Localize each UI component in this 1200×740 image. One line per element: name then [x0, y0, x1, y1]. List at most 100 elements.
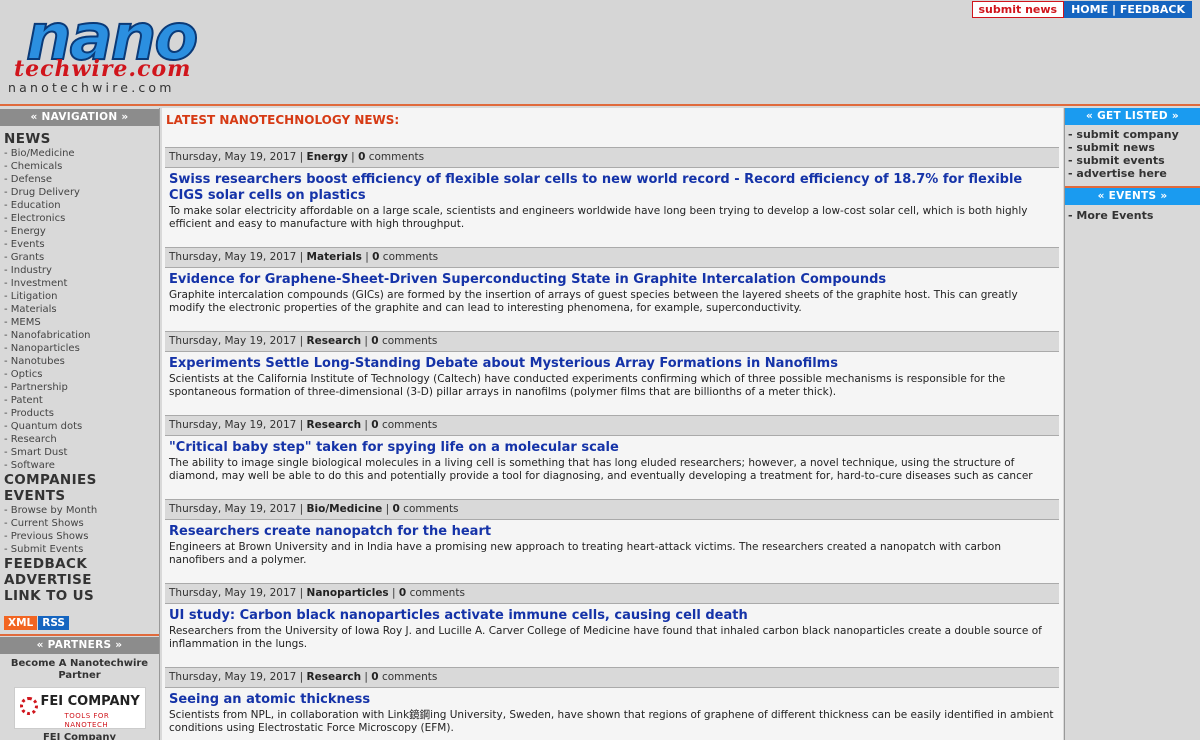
news-comments-label[interactable]: comments	[410, 587, 465, 599]
category-link[interactable]: - Education	[0, 199, 159, 212]
category-link[interactable]: - MEMS	[0, 316, 159, 329]
get-listed-link[interactable]: - submit events	[1065, 154, 1200, 167]
news-meta: Thursday, May 19, 2017 | Research | 0 co…	[165, 667, 1059, 688]
category-link[interactable]: - Electronics	[0, 212, 159, 225]
news-title-link[interactable]: Seeing an atomic thickness	[165, 688, 1059, 708]
category-link[interactable]: - Nanofabrication	[0, 329, 159, 342]
news-meta: Thursday, May 19, 2017 | Energy | 0 comm…	[165, 147, 1059, 168]
events-link[interactable]: - More Events	[1065, 209, 1200, 222]
partners-header: « PARTNERS »	[0, 637, 159, 654]
news-item: Thursday, May 19, 2017 | Materials | 0 c…	[165, 247, 1059, 315]
news-summary: Graphite intercalation compounds (GICs) …	[169, 289, 1018, 314]
news-title-link[interactable]: Swiss researchers boost efficiency of fl…	[165, 168, 1059, 204]
news-comment-count[interactable]: 0	[371, 335, 378, 347]
latest-news-title: LATEST NANOTECHNOLOGY NEWS:	[166, 113, 400, 127]
news-comments-label[interactable]: comments	[403, 503, 458, 515]
site-logo[interactable]: nano techwire.com nanotechwire.com	[8, 5, 248, 96]
nav-events-link[interactable]: EVENTS	[0, 488, 159, 504]
nav-link-to-us-link[interactable]: LINK TO US	[0, 588, 159, 604]
news-summary: Scientists from NPL, in collaboration wi…	[169, 709, 1054, 734]
news-comment-count[interactable]: 0	[371, 671, 378, 683]
news-category-link[interactable]: Research	[307, 419, 362, 431]
submit-news-button[interactable]: submit news	[971, 1, 1065, 18]
category-link[interactable]: - Nanoparticles	[0, 342, 159, 355]
news-item: Thursday, May 19, 2017 | Bio/Medicine | …	[165, 499, 1059, 567]
news-comments-label[interactable]: comments	[383, 251, 438, 263]
nav-companies-link[interactable]: COMPANIES	[0, 472, 159, 488]
nav-feedback-link[interactable]: FEEDBACK	[0, 556, 159, 572]
category-link[interactable]: - Materials	[0, 303, 159, 316]
news-date: Thursday, May 19, 2017	[169, 503, 297, 515]
nav-news-link[interactable]: NEWS	[0, 131, 159, 147]
category-link[interactable]: - Research	[0, 433, 159, 446]
news-comments-label[interactable]: comments	[369, 151, 424, 163]
fei-company-label[interactable]: FEI Company	[0, 732, 159, 740]
news-title-link[interactable]: "Critical baby step" taken for spying li…	[165, 436, 1059, 456]
nav-advertise-link[interactable]: ADVERTISE	[0, 572, 159, 588]
news-comment-count[interactable]: 0	[372, 251, 379, 263]
get-listed-link[interactable]: - submit company	[1065, 128, 1200, 141]
feed-badges: XML RSS	[0, 616, 159, 630]
news-category-link[interactable]: Research	[307, 671, 362, 683]
feedback-link[interactable]: FEEDBACK	[1120, 3, 1185, 16]
top-nav: submit news HOME | FEEDBACK	[971, 1, 1192, 18]
category-link[interactable]: - Defense	[0, 173, 159, 186]
category-link[interactable]: - Drug Delivery	[0, 186, 159, 199]
news-category-link[interactable]: Research	[307, 335, 362, 347]
xml-feed-badge[interactable]: XML	[4, 616, 38, 630]
news-comments-label[interactable]: comments	[382, 671, 437, 683]
category-link[interactable]: - Grants	[0, 251, 159, 264]
category-link[interactable]: - Energy	[0, 225, 159, 238]
category-link[interactable]: - Events	[0, 238, 159, 251]
news-title-link[interactable]: Researchers create nanopatch for the hea…	[165, 520, 1059, 540]
fei-logo-tagline: TOOLS FOR NANOTECH	[64, 712, 110, 729]
become-partner-link[interactable]: Become A Nanotechwire Partner	[0, 658, 159, 682]
category-link[interactable]: - Chemicals	[0, 160, 159, 173]
get-listed-link[interactable]: - submit news	[1065, 141, 1200, 154]
news-comment-count[interactable]: 0	[393, 503, 400, 515]
event-link[interactable]: - Browse by Month	[0, 504, 159, 517]
news-comment-count[interactable]: 0	[399, 587, 406, 599]
category-link[interactable]: - Quantum dots	[0, 420, 159, 433]
category-link[interactable]: - Patent	[0, 394, 159, 407]
news-title-link[interactable]: UI study: Carbon black nanoparticles act…	[165, 604, 1059, 624]
news-comment-count[interactable]: 0	[371, 419, 378, 431]
category-link[interactable]: - Industry	[0, 264, 159, 277]
rss-feed-badge[interactable]: RSS	[38, 616, 69, 630]
event-link[interactable]: - Submit Events	[0, 543, 159, 556]
news-category-link[interactable]: Materials	[307, 251, 362, 263]
category-link[interactable]: - Bio/Medicine	[0, 147, 159, 160]
right-sidebar: « GET LISTED » - submit company - submit …	[1064, 108, 1200, 740]
category-link[interactable]: - Optics	[0, 368, 159, 381]
event-link[interactable]: - Current Shows	[0, 517, 159, 530]
news-comments-label[interactable]: comments	[382, 335, 437, 347]
category-link[interactable]: - Investment	[0, 277, 159, 290]
category-link[interactable]: - Smart Dust	[0, 446, 159, 459]
news-summary: Engineers at Brown University and in Ind…	[169, 541, 1001, 566]
logo-url-text: nanotechwire.com	[8, 80, 175, 95]
news-title-link[interactable]: Experiments Settle Long-Standing Debate …	[165, 352, 1059, 372]
category-link[interactable]: - Partnership	[0, 381, 159, 394]
news-meta: Thursday, May 19, 2017 | Bio/Medicine | …	[165, 499, 1059, 520]
news-category-link[interactable]: Nanoparticles	[307, 587, 389, 599]
navigation-header: « NAVIGATION »	[0, 109, 159, 126]
get-listed-header: « GET LISTED »	[1065, 108, 1200, 125]
category-link[interactable]: - Software	[0, 459, 159, 472]
fei-company-logo[interactable]: FEI COMPANY TOOLS FOR NANOTECH	[13, 687, 146, 729]
get-listed-link[interactable]: - advertise here	[1065, 167, 1200, 180]
news-comment-count[interactable]: 0	[358, 151, 365, 163]
news-item: Thursday, May 19, 2017 | Energy | 0 comm…	[165, 147, 1059, 231]
event-link[interactable]: - Previous Shows	[0, 530, 159, 543]
category-link[interactable]: - Litigation	[0, 290, 159, 303]
category-link[interactable]: - Products	[0, 407, 159, 420]
fei-logo-mark-icon	[19, 697, 38, 715]
partners-divider	[0, 634, 159, 636]
news-date: Thursday, May 19, 2017	[169, 151, 297, 163]
news-summary: To make solar electricity affordable on …	[169, 205, 1028, 230]
home-link[interactable]: HOME	[1071, 3, 1108, 16]
news-title-link[interactable]: Evidence for Graphene-Sheet-Driven Super…	[165, 268, 1059, 288]
news-category-link[interactable]: Bio/Medicine	[307, 503, 383, 515]
news-category-link[interactable]: Energy	[307, 151, 348, 163]
category-link[interactable]: - Nanotubes	[0, 355, 159, 368]
news-comments-label[interactable]: comments	[382, 419, 437, 431]
